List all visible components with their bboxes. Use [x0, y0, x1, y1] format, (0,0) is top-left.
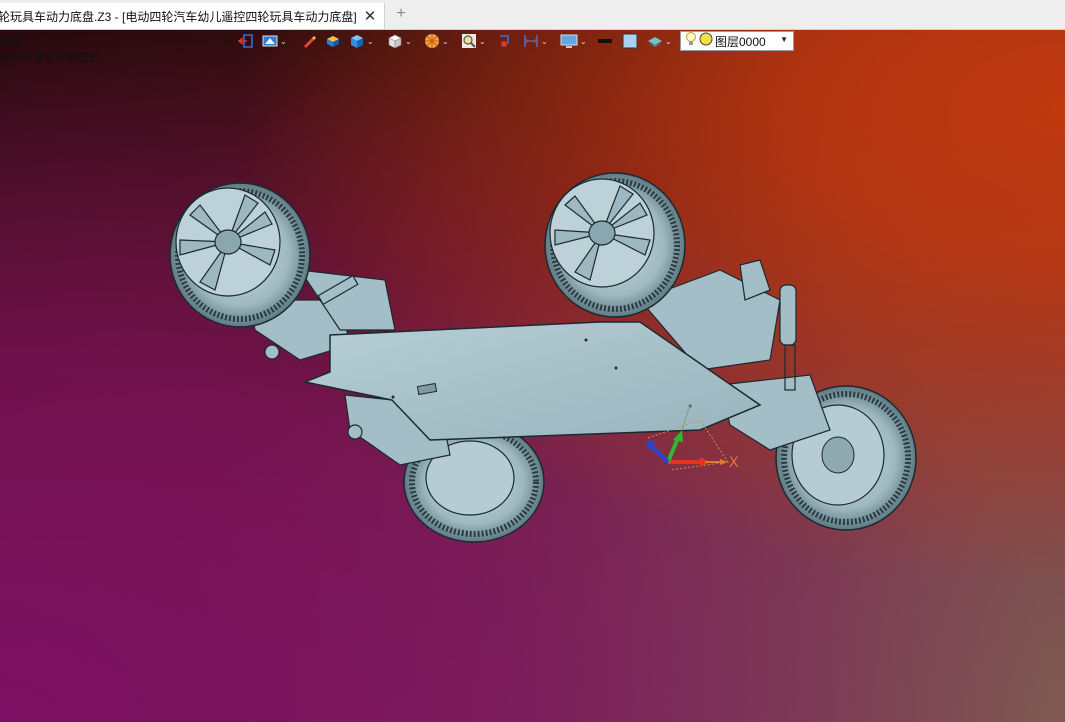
white-cube-icon[interactable]: ⌄: [387, 31, 412, 51]
chevron-down-icon: ⌄: [479, 36, 486, 46]
layer-select[interactable]: 图层0000 ▼: [680, 31, 794, 51]
chevron-down-icon: ⌄: [442, 36, 449, 46]
document-tab[interactable]: 轮玩具车动力底盘.Z3 - [电动四轮汽车幼儿遥控四轮玩具车动力底盘] ✕: [0, 3, 385, 29]
layer-name: 图层0000: [715, 34, 766, 49]
tab-bar: 轮玩具车动力底盘.Z3 - [电动四轮汽车幼儿遥控四轮玩具车动力底盘] ✕ +: [0, 0, 1065, 30]
display-icon[interactable]: ⌄: [560, 31, 587, 51]
wheel-front-right: [544, 172, 686, 318]
color-swatch-icon[interactable]: [622, 31, 638, 51]
black-rect-icon[interactable]: [597, 31, 613, 51]
chevron-down-icon: ⌄: [580, 36, 587, 46]
zoom-icon[interactable]: ⌄: [461, 31, 486, 51]
chevron-down-icon: ⌄: [405, 36, 412, 46]
new-tab-icon[interactable]: +: [393, 6, 409, 22]
layers-icon[interactable]: ⌄: [647, 31, 672, 51]
chevron-down-icon: ⌄: [280, 36, 287, 46]
pencil-icon[interactable]: [302, 31, 316, 51]
chassis-model[interactable]: X: [0, 0, 1065, 722]
chevron-down-icon: ⌄: [665, 36, 672, 46]
prompt-line-1: 快捷: [0, 37, 22, 49]
chevron-down-icon: ⌄: [541, 36, 548, 46]
blue-cube-icon[interactable]: ⌄: [349, 31, 374, 51]
document-tab-title: 轮玩具车动力底盘.Z3 - [电动四轮汽车幼儿遥控四轮玩具车动力底盘]: [0, 9, 357, 24]
exit-icon[interactable]: [238, 31, 254, 51]
view-toolbar: ⌄ ⌄ ⌄ ⌄ ⌄ ⌄ ⌄ ⌄ 图层0000 ▼: [236, 31, 796, 51]
wheel-front-left: [169, 182, 311, 328]
close-icon[interactable]: ✕: [362, 8, 378, 25]
dropdown-arrow-icon: ▼: [780, 35, 788, 44]
shaded-box-icon[interactable]: [325, 31, 341, 51]
dimension-icon[interactable]: ⌄: [523, 31, 548, 51]
select-filter-icon[interactable]: [498, 31, 514, 51]
prompt-line-2: 鼠标中键或右键提示.: [0, 52, 103, 64]
chevron-down-icon: ⌄: [367, 36, 374, 46]
layer-color-dot-icon: [699, 32, 713, 51]
bulb-icon: [685, 31, 697, 52]
render-style-icon[interactable]: ⌄: [424, 31, 449, 51]
view-icon[interactable]: ⌄: [262, 31, 287, 51]
svg-text:X: X: [729, 455, 739, 471]
